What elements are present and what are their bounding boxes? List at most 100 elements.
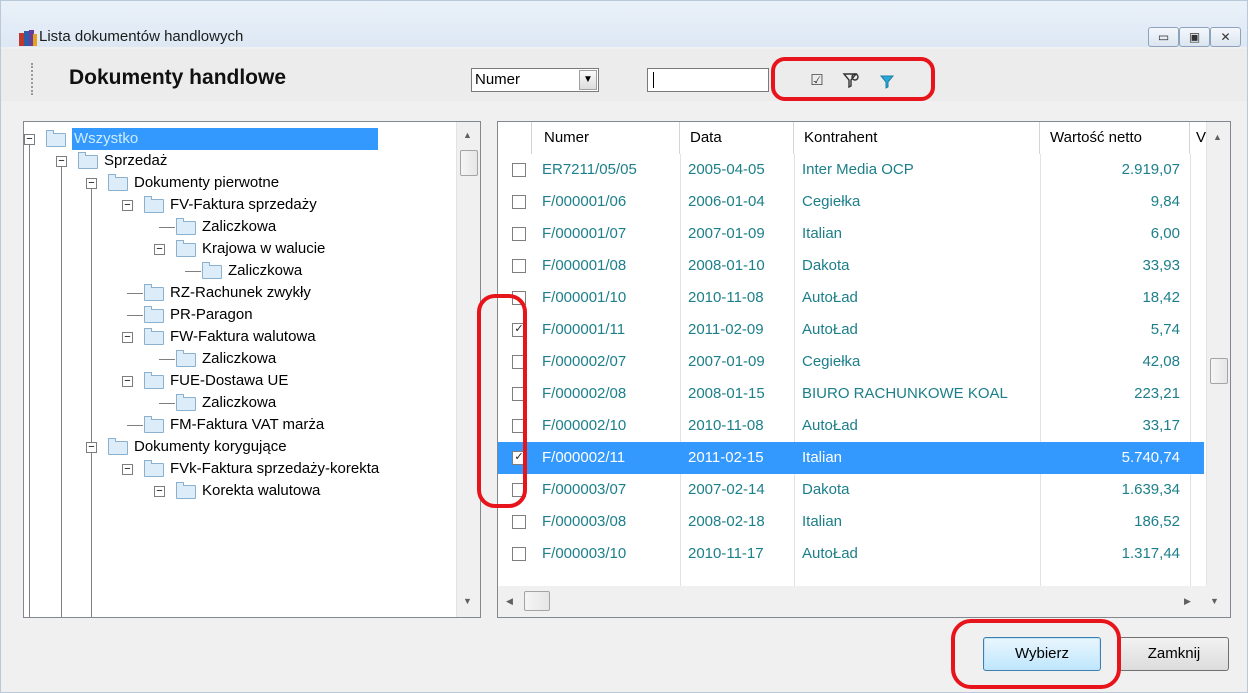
search-input[interactable] [647,68,769,92]
tree-item[interactable]: Zaliczkowa [24,348,454,370]
table-row[interactable]: F/000001/07 2007-01-09 Italian 6,00 [498,218,1204,250]
scroll-left-icon[interactable]: ◀ [506,596,513,607]
tree-item-label: Wszystko [72,128,379,150]
collapse-icon[interactable]: − [86,178,97,189]
tree-item[interactable]: − Dokumenty pierwotne [24,172,454,194]
tree-scroll-thumb[interactable] [460,150,478,176]
table-row[interactable]: F/000003/10 2010-11-17 AutoŁad 1.317,44 [498,538,1204,570]
tree-item[interactable]: − FUE-Dostawa UE [24,370,454,392]
row-checkbox[interactable] [512,227,526,241]
tree-item-label: RZ-Rachunek zwykły [170,284,311,301]
table-row[interactable]: F/000002/10 2010-11-08 AutoŁad 33,17 [498,410,1204,442]
folder-icon [144,416,164,433]
row-checkbox[interactable] [512,163,526,177]
tree-connector [185,271,201,272]
grid-horizontal-scrollbar[interactable]: ◀ ▶ ▼ [498,586,1230,617]
grid-scroll-thumb[interactable] [1210,358,1228,384]
tree-item-label: Zaliczkowa [228,262,303,279]
cell-kontrahent: Dakota [802,481,850,498]
tree-item-label: FV-Faktura sprzedaży [170,196,317,213]
cell-data: 2011-02-15 [688,449,764,466]
scroll-right-icon[interactable]: ▶ [1184,596,1191,607]
cell-data: 2008-02-18 [688,513,765,530]
grid-header-kontrahent[interactable]: Kontrahent [794,122,1040,154]
scroll-up-icon[interactable]: ▲ [1213,132,1222,142]
table-row[interactable]: F/000001/08 2008-01-10 Dakota 33,93 [498,250,1204,282]
table-row[interactable]: F/000001/06 2006-01-04 Cegiełka 9,84 [498,186,1204,218]
maximize-button[interactable]: ▣ [1179,27,1210,47]
cell-netto: 18,42 [1142,289,1180,306]
collapse-icon[interactable]: − [122,464,133,475]
cell-kontrahent: AutoŁad [802,545,858,562]
cell-netto: 1.317,44 [1121,545,1180,562]
row-checkbox[interactable] [512,515,526,529]
cell-numer: F/000002/11 [542,449,626,466]
tree-item[interactable]: − Korekta walutowa [24,480,454,502]
grid-vertical-scrollbar[interactable]: ▲ [1206,122,1230,586]
scroll-down-icon[interactable]: ▼ [1210,596,1219,606]
close-window-button[interactable]: ✕ [1210,27,1241,47]
tree-item[interactable]: Zaliczkowa [24,260,454,282]
tree-item-label: Sprzedaż [104,152,168,169]
collapse-icon[interactable]: − [56,156,67,167]
tree-item-label: Krajowa w walucie [202,240,326,257]
grid-hscroll-thumb[interactable] [524,591,550,611]
cell-numer: F/000002/07 [542,353,627,370]
folder-icon [176,394,196,411]
table-row[interactable]: ER7211/05/05 2005-04-05 Inter Media OCP 2.9… [498,154,1204,186]
minimize-button[interactable]: ▭ [1148,27,1179,47]
scroll-up-icon[interactable]: ▲ [463,130,472,140]
table-row[interactable]: F/000002/07 2007-01-09 Cegiełka 42,08 [498,346,1204,378]
cell-netto: 6,00 [1150,225,1180,242]
toolbar-grip[interactable] [31,63,36,95]
grid-header-data[interactable]: Data [680,122,794,154]
folder-icon [176,482,196,499]
collapse-icon[interactable]: − [122,376,133,387]
cell-data: 2008-01-10 [688,257,765,274]
tree-item-label: Dokumenty pierwotne [134,174,280,191]
cell-netto: 5.740,74 [1121,449,1180,466]
table-row[interactable]: F/000001/10 2010-11-08 AutoŁad 18,42 [498,282,1204,314]
tree-item[interactable]: − FVk-Faktura sprzedaży-korekta [24,458,454,480]
chevron-down-icon[interactable]: ▼ [579,70,597,90]
scroll-down-icon[interactable]: ▼ [463,596,472,606]
collapse-icon[interactable]: − [154,486,165,497]
table-row[interactable]: F/000002/08 2008-01-15 BIURO RACHUNKOWE KO… [498,378,1204,410]
close-button[interactable]: Zamknij [1119,637,1229,671]
tree-item-label: Zaliczkowa [202,394,277,411]
search-field-select[interactable]: Numer ▼ [471,68,599,92]
collapse-icon[interactable]: − [24,134,35,145]
tree-item[interactable]: Zaliczkowa [24,216,454,238]
tree-item[interactable]: Zaliczkowa [24,392,454,414]
table-row[interactable]: F/000003/08 2008-02-18 Italian 186,52 [498,506,1204,538]
collapse-icon[interactable]: − [86,442,97,453]
title-bar: Lista dokumentów handlowych ▭ ▣ ✕ [1,1,1247,47]
tree-item[interactable]: − Wszystko [24,128,454,150]
cell-data: 2010-11-17 [688,545,764,562]
tree-item[interactable]: RZ-Rachunek zwykły [24,282,454,304]
tree-item[interactable]: − Dokumenty korygujące [24,436,454,458]
highlight-filter-icons [771,57,935,101]
collapse-icon[interactable]: − [122,200,133,211]
row-checkbox[interactable] [512,547,526,561]
row-checkbox[interactable] [512,259,526,273]
table-row[interactable]: ✓ F/000002/11 2011-02-15 Italian 5.740,74 [498,442,1204,474]
collapse-icon[interactable]: − [122,332,133,343]
cell-kontrahent: AutoŁad [802,321,858,338]
grid-header-netto[interactable]: Wartość netto [1040,122,1190,154]
folder-icon [144,460,164,477]
cell-kontrahent: Cegiełka [802,193,861,210]
grid-header-numer[interactable]: Numer [532,122,680,154]
cell-data: 2006-01-04 [688,193,765,210]
tree-item[interactable]: FM-Faktura VAT marża [24,414,454,436]
app-icon [19,30,37,46]
tree-item[interactable]: − FW-Faktura walutowa [24,326,454,348]
table-row[interactable]: ✓ F/000001/11 2011-02-09 AutoŁad 5,74 [498,314,1204,346]
table-row[interactable]: F/000003/07 2007-02-14 Dakota 1.639,34 [498,474,1204,506]
tree-item[interactable]: PR-Paragon [24,304,454,326]
tree-item[interactable]: − Krajowa w walucie [24,238,454,260]
collapse-icon[interactable]: − [154,244,165,255]
row-checkbox[interactable] [512,195,526,209]
tree-item[interactable]: − Sprzedaż [24,150,454,172]
tree-item[interactable]: − FV-Faktura sprzedaży [24,194,454,216]
